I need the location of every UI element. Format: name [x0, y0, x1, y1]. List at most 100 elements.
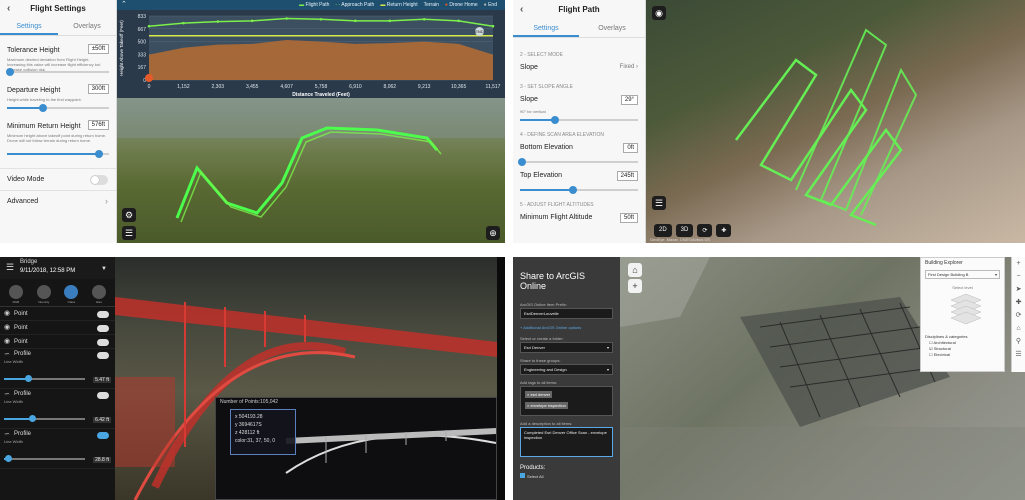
menu-icon[interactable]: ☰: [6, 262, 14, 273]
locate-icon[interactable]: ⊕: [486, 226, 500, 240]
point-toggle[interactable]: [97, 325, 109, 332]
slope-angle-field[interactable]: 29°: [620, 95, 638, 105]
home-icon[interactable]: ⌂: [628, 263, 642, 277]
slider-knob[interactable]: [569, 186, 578, 194]
min-return-height-slider[interactable]: [7, 150, 109, 158]
dropdown-chevron-icon[interactable]: ▼: [101, 266, 107, 272]
profile-toggle[interactable]: [97, 392, 109, 399]
line-width-slider[interactable]: [4, 375, 85, 382]
groups-label: Share to these groups:: [520, 358, 561, 363]
tab-overlays[interactable]: Overlays: [579, 20, 645, 37]
back-chevron-icon[interactable]: ‹: [7, 0, 10, 18]
departure-height-field[interactable]: 300ft: [87, 84, 109, 94]
profile-toggle[interactable]: [97, 352, 109, 359]
rotate-icon[interactable]: ⟳: [1012, 309, 1025, 322]
compass-icon[interactable]: ➤: [1012, 283, 1025, 296]
2d-button[interactable]: 2D: [654, 224, 672, 237]
top-elevation-field[interactable]: 245ft: [616, 171, 638, 181]
tolerance-height-field[interactable]: ±50ft: [87, 44, 109, 54]
levels-stack-icon[interactable]: [921, 290, 1006, 326]
line-width-slider[interactable]: [4, 415, 85, 422]
additional-options-link[interactable]: + Additional ArcGIS Online options: [520, 325, 613, 330]
pan-icon[interactable]: ✚: [716, 224, 732, 237]
tab-overlays[interactable]: Overlays: [58, 18, 116, 35]
camera-icon[interactable]: ◉: [652, 6, 666, 20]
settings-gear-icon[interactable]: ⚙: [122, 208, 136, 222]
tooltip-z: z 428112 ft: [235, 430, 260, 436]
3d-button[interactable]: 3D: [675, 224, 694, 237]
zoom-out-icon[interactable]: −: [1012, 270, 1025, 283]
bottom-elevation-field[interactable]: 0ft: [623, 143, 638, 153]
departure-height-slider[interactable]: [7, 104, 109, 112]
tag-chip[interactable]: × envelope inspection: [525, 402, 568, 409]
tag-chip[interactable]: × esri denver: [525, 391, 553, 398]
video-mode-toggle[interactable]: [90, 175, 108, 185]
layers-icon[interactable]: ☰: [1012, 348, 1025, 361]
discipline-electrical[interactable]: ☐ Electrical: [929, 352, 996, 357]
advanced-row[interactable]: Advanced ›: [0, 190, 116, 212]
collapse-chevron-icon[interactable]: ⌃: [121, 0, 127, 8]
legend-drone-home: ● Drone Home: [444, 2, 478, 8]
chart-legend: ⌃ ▬ Flight Path - - Approach Path ▬ Retu…: [117, 0, 505, 10]
profile-item[interactable]: ∽ Profile Line Width 5.47 ft: [0, 349, 115, 389]
profile-toggle[interactable]: [97, 432, 109, 439]
min-flight-altitude-field[interactable]: 50ft: [619, 213, 638, 223]
discipline-structural[interactable]: ☑ Structural: [929, 346, 996, 351]
tab-settings[interactable]: Settings: [513, 20, 579, 37]
groups-select[interactable]: Engineering and Design ▾: [520, 364, 613, 375]
min-return-height-field[interactable]: 576ft: [87, 120, 109, 130]
profile-item[interactable]: ∽ Profile Line Width 6.42 ft: [0, 389, 115, 429]
back-chevron-icon[interactable]: ‹: [520, 0, 523, 20]
tags-input[interactable]: × esri denver × envelope inspection: [520, 386, 613, 416]
mode-intensity[interactable]: Intensity: [36, 285, 52, 304]
point-row[interactable]: ◉ Point: [0, 307, 115, 321]
search-icon[interactable]: ⚲: [1012, 335, 1025, 348]
layers-icon[interactable]: ☰: [652, 196, 666, 210]
zoom-in-icon[interactable]: +: [1012, 257, 1025, 270]
point-toggle[interactable]: [97, 339, 109, 346]
point-row[interactable]: ◉ Point: [0, 335, 115, 349]
mode-rgb[interactable]: RGB: [8, 285, 24, 304]
slope-scan-map[interactable]: ◉ ☰ 2D 3D ⟳ ✚ GeoEye, Maxar, CNES/Airbus…: [646, 0, 1025, 243]
folder-select[interactable]: Esri Denver ▾: [520, 342, 613, 353]
slider-knob[interactable]: [94, 150, 103, 158]
line-width-value[interactable]: 5.47 ft: [93, 377, 111, 383]
3d-map-view[interactable]: ⚙ ☰ ⊕: [117, 98, 505, 243]
bottom-elevation-slider[interactable]: [518, 158, 638, 166]
video-mode-row[interactable]: Video Mode: [0, 168, 116, 190]
home-icon[interactable]: ⌂: [1012, 322, 1025, 335]
mode-class[interactable]: Class: [63, 285, 79, 304]
floor-select[interactable]: First Design Building B ▾: [925, 270, 1000, 279]
item-prefix-input[interactable]: EsriDenverLouvelle: [520, 308, 613, 319]
tolerance-height-slider[interactable]: [6, 68, 109, 76]
mode-elevation[interactable]: Elev: [91, 285, 107, 304]
line-width-value[interactable]: 6.42 ft: [93, 417, 111, 423]
zoom-icon[interactable]: +: [628, 279, 642, 293]
tooltip-y: y 3694617S: [235, 422, 262, 428]
flight-path-point: [388, 19, 392, 23]
line-width-label: Line Width: [4, 359, 23, 364]
point-toggle[interactable]: [97, 311, 109, 318]
line-width-slider[interactable]: [4, 455, 85, 462]
point-row[interactable]: ◉ Point: [0, 321, 115, 335]
profile-plot: 83366750033316700 1,152 2,303 3,455 4,607 5,7…: [119, 14, 501, 98]
slope-angle-slider[interactable]: [520, 116, 638, 124]
select-all-checkbox[interactable]: Select All: [520, 473, 613, 479]
rotate-icon[interactable]: ⟳: [697, 224, 713, 237]
flight-path-screen: ‹ Flight Path Settings Overlays 2 - SELE…: [513, 0, 1025, 243]
pan-icon[interactable]: ✚: [1012, 296, 1025, 309]
tab-settings[interactable]: Settings: [0, 18, 58, 35]
slider-knob[interactable]: [518, 158, 527, 166]
flight-path-tabs: Settings Overlays: [513, 20, 645, 38]
layers-icon[interactable]: ☰: [122, 226, 136, 240]
line-width-value[interactable]: 28.8 ft: [93, 457, 111, 463]
profile-icon: ∽: [4, 431, 10, 438]
top-elevation-slider[interactable]: [520, 186, 638, 194]
slope-mode-row[interactable]: Slope Fixed ›: [513, 60, 645, 76]
slider-knob[interactable]: [6, 68, 15, 76]
slider-knob[interactable]: [551, 116, 560, 124]
slider-knob[interactable]: [38, 104, 47, 112]
profile-item[interactable]: ∽ Profile Line Width 28.8 ft: [0, 429, 115, 469]
description-input[interactable]: Completed Esri Denver Office Scan - enve…: [520, 427, 613, 457]
discipline-architectural[interactable]: ☐ Architectural: [929, 340, 996, 345]
